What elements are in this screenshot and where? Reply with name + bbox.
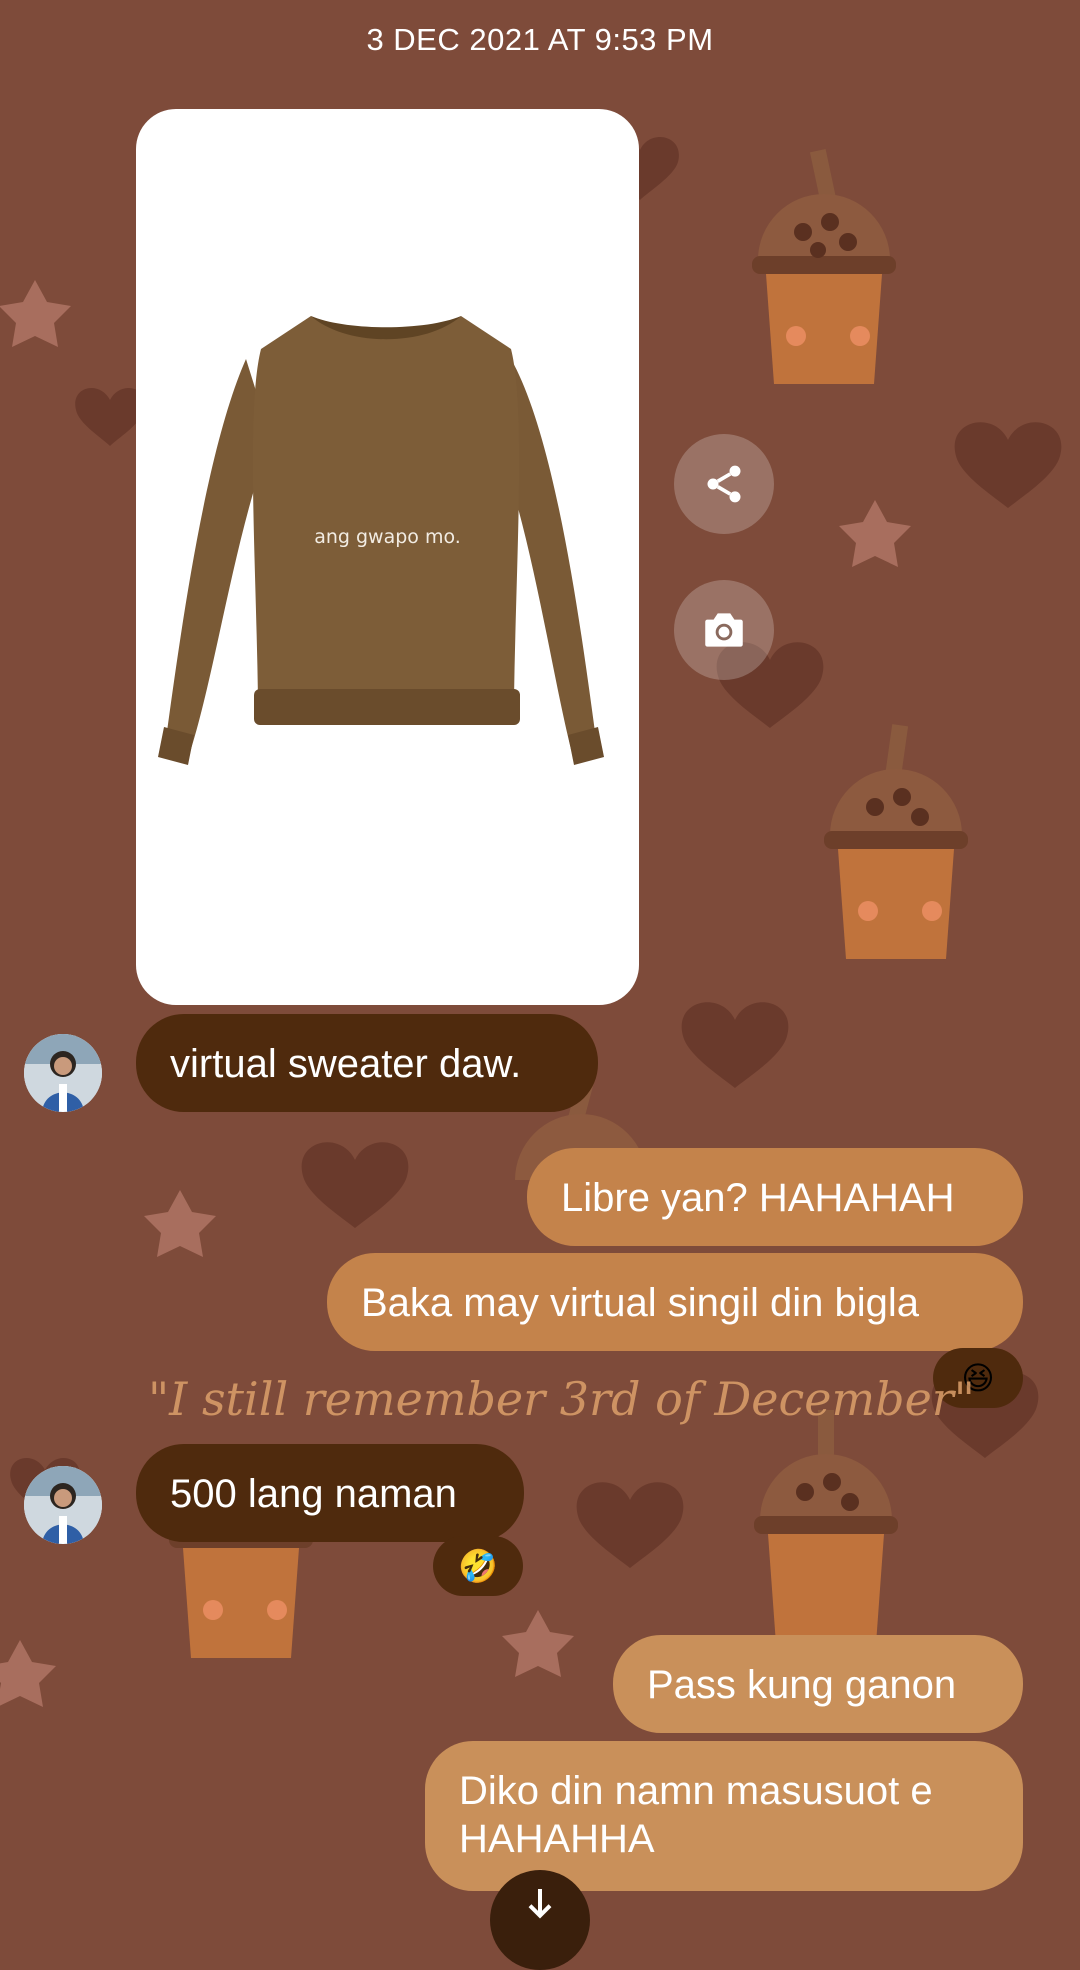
message-bubble-outgoing[interactable]: Libre yan? HAHAHAH xyxy=(527,1148,1023,1246)
contact-photo xyxy=(24,1466,102,1544)
share-icon xyxy=(707,465,741,503)
sweater-overlay-text: ang gwapo mo. xyxy=(314,526,461,548)
message-bubble-incoming[interactable]: 500 lang naman xyxy=(136,1444,524,1542)
scroll-to-bottom-button[interactable] xyxy=(490,1870,590,1970)
message-timestamp: 3 DEC 2021 AT 9:53 PM xyxy=(366,22,714,57)
message-text: Pass kung ganon xyxy=(647,1663,957,1707)
message-text: Diko din namn masusuot e HAHAHHA xyxy=(459,1769,933,1861)
share-button[interactable] xyxy=(674,434,774,534)
message-text: virtual sweater daw. xyxy=(170,1042,522,1086)
message-text: 500 lang naman xyxy=(170,1472,457,1516)
image-message[interactable]: ang gwapo mo. xyxy=(136,109,639,1005)
camera-button[interactable] xyxy=(674,580,774,680)
rolling-laughing-emoji-icon: 🤣 xyxy=(458,1548,498,1584)
message-bubble-outgoing[interactable]: Pass kung ganon xyxy=(613,1635,1023,1733)
message-bubble-outgoing[interactable]: Baka may virtual singil din bigla xyxy=(327,1253,1023,1351)
sweater-image xyxy=(158,316,604,765)
avatar[interactable] xyxy=(24,1034,102,1112)
message-bubble-outgoing[interactable]: Diko din namn masusuot e HAHAHHA xyxy=(425,1741,1023,1891)
reaction-badge[interactable]: 🤣 xyxy=(433,1536,523,1596)
message-text: Libre yan? HAHAHAH xyxy=(561,1176,955,1220)
message-bubble-incoming[interactable]: virtual sweater daw. xyxy=(136,1014,598,1112)
message-text: Baka may virtual singil din bigla xyxy=(361,1281,920,1325)
overlay-caption: "I still remember 3rd of December" xyxy=(148,1372,975,1426)
contact-photo xyxy=(24,1034,102,1112)
camera-icon xyxy=(705,613,743,647)
arrow-down-icon xyxy=(528,1889,552,1919)
avatar[interactable] xyxy=(24,1466,102,1544)
